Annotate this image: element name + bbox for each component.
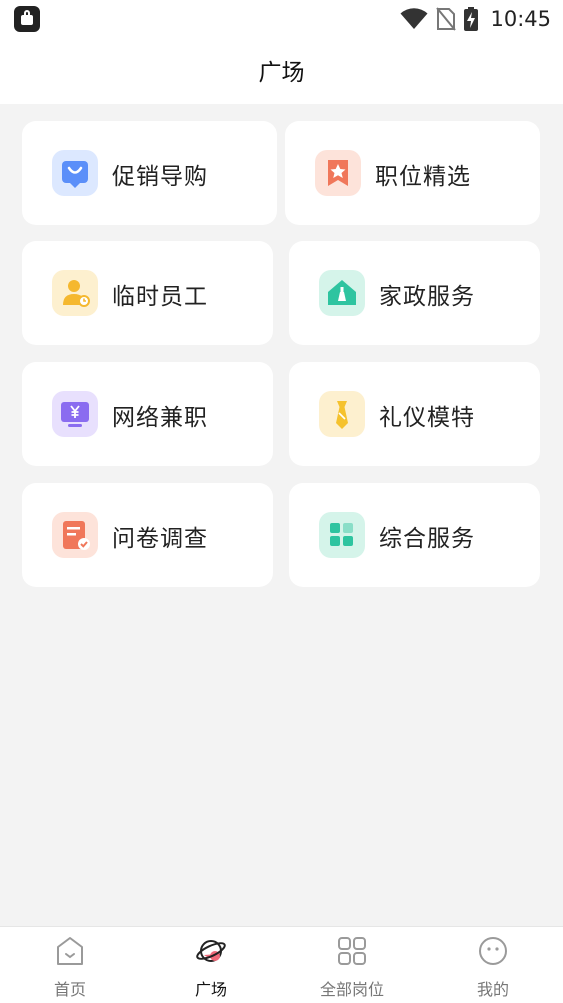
- planet-icon: [196, 940, 226, 962]
- nav-item-mine[interactable]: 我的: [423, 927, 563, 1003]
- category-card-online-parttime[interactable]: 网络兼职: [22, 362, 273, 466]
- category-label: 礼仪模特: [379, 405, 475, 431]
- nav-label: 首页: [53, 980, 86, 999]
- app-notification-icon: [14, 6, 40, 32]
- apps-grid-icon: [338, 937, 366, 965]
- battery-charging-icon: [464, 7, 479, 31]
- category-label: 促销导购: [112, 164, 208, 190]
- worker-icon: [52, 270, 98, 316]
- category-card-temp-staff[interactable]: 临时员工: [22, 241, 273, 345]
- category-label: 综合服务: [379, 526, 475, 552]
- category-card-promo-shopping[interactable]: 促销导购: [22, 121, 277, 225]
- status-time: 10:45: [490, 7, 551, 31]
- grid-blocks-icon: [319, 512, 365, 558]
- no-sim-icon: [436, 7, 457, 31]
- survey-icon: [52, 512, 98, 558]
- status-bar: 10:45: [0, 0, 563, 38]
- category-card-general-services[interactable]: 综合服务: [289, 483, 540, 587]
- category-label: 职位精选: [375, 164, 471, 190]
- category-label: 问卷调查: [112, 526, 208, 552]
- nav-item-square[interactable]: 广场: [141, 927, 281, 1003]
- category-label: 网络兼职: [112, 405, 208, 431]
- computer-yen-icon: [52, 391, 98, 437]
- tie-icon: [319, 391, 365, 437]
- bottom-navigation: 首页 广场 全部岗位 我的: [0, 926, 563, 1003]
- home-icon: [57, 937, 83, 965]
- nav-item-all-jobs[interactable]: 全部岗位: [282, 927, 422, 1003]
- category-label: 临时员工: [112, 284, 208, 310]
- nav-item-home[interactable]: 首页: [0, 927, 140, 1003]
- face-icon: [479, 937, 507, 965]
- nav-label: 全部岗位: [319, 980, 384, 999]
- category-card-housekeeping[interactable]: 家政服务: [289, 241, 540, 345]
- house-icon: [319, 270, 365, 316]
- nav-label: 我的: [476, 980, 509, 999]
- category-card-etiquette-model[interactable]: 礼仪模特: [289, 362, 540, 466]
- category-card-survey[interactable]: 问卷调查: [22, 483, 273, 587]
- nav-label: 广场: [194, 980, 227, 999]
- wifi-icon: [400, 8, 428, 29]
- page-title: 广场: [258, 60, 305, 86]
- category-label: 家政服务: [379, 284, 475, 310]
- category-card-job-picks[interactable]: 职位精选: [285, 121, 540, 225]
- shopping-bag-icon: [52, 150, 98, 196]
- bookmark-star-icon: [315, 150, 361, 196]
- top-header: 广场: [0, 38, 563, 104]
